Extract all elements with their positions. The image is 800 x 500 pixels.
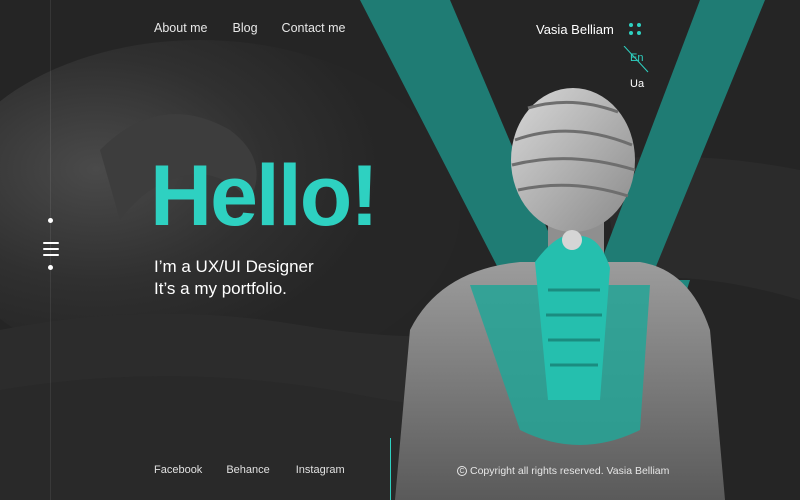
nav-about-me[interactable]: About me	[154, 21, 208, 35]
nav-contact-me[interactable]: Contact me	[282, 21, 346, 35]
social-behance[interactable]: Behance	[226, 464, 269, 476]
hero-title: Hello!	[150, 148, 379, 244]
nav-blog[interactable]: Blog	[233, 21, 258, 35]
four-dots-icon[interactable]	[627, 22, 642, 37]
rail-dot-bottom	[48, 265, 53, 270]
hero-background-image	[0, 0, 800, 500]
rail-dot-top	[48, 218, 53, 223]
social-links: Facebook Behance Instagram	[154, 464, 345, 476]
top-nav: About me Blog Contact me	[154, 21, 345, 35]
social-facebook[interactable]: Facebook	[154, 464, 202, 476]
tagline-line-1: I’m a UX/UI Designer	[154, 257, 314, 276]
hamburger-menu-icon[interactable]	[43, 242, 59, 256]
lang-ua-option[interactable]: Ua	[630, 78, 644, 90]
hero-tagline: I’m a UX/UI Designer It’s a my portfolio…	[154, 256, 314, 300]
copyright-text: Copyright all rights reserved. Vasia Bel…	[470, 465, 670, 477]
tagline-line-2: It’s a my portfolio.	[154, 279, 287, 298]
copyright-icon: C	[457, 466, 467, 476]
social-instagram[interactable]: Instagram	[296, 464, 345, 476]
lang-en-option[interactable]: En	[630, 52, 643, 64]
divider-line	[390, 438, 391, 500]
brand-name[interactable]: Vasia Belliam	[536, 22, 614, 37]
landing-page: About me Blog Contact me Vasia Belliam E…	[0, 0, 800, 500]
copyright: C Copyright all rights reserved. Vasia B…	[457, 465, 669, 477]
